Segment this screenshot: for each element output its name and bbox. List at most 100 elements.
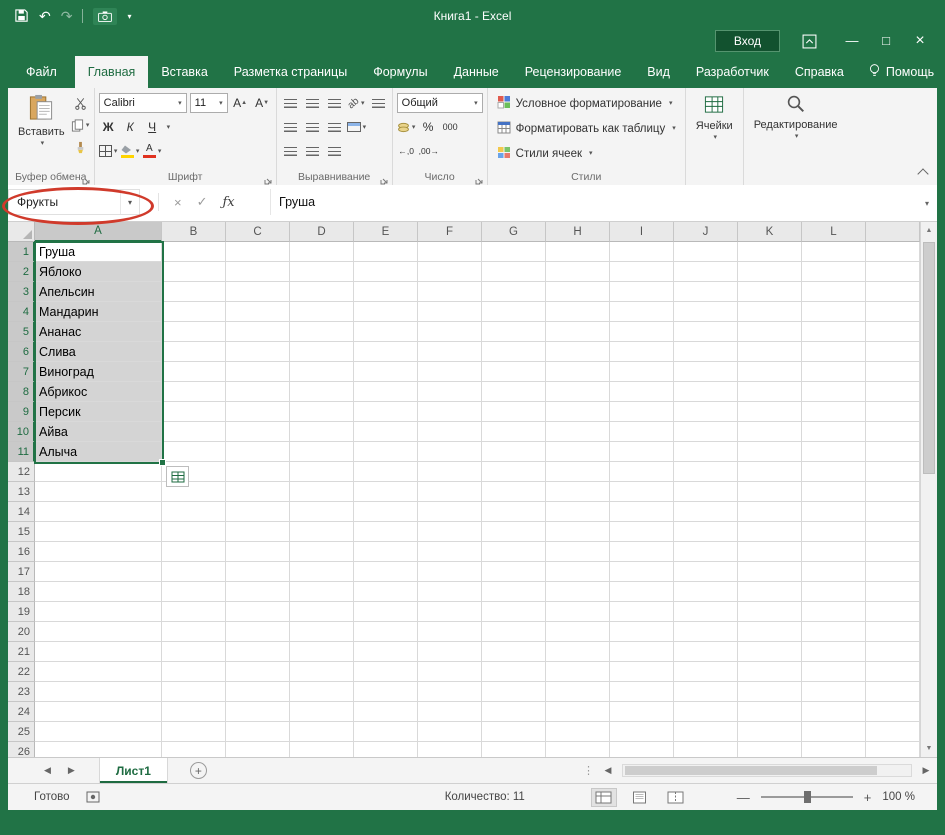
cell-J8[interactable]	[674, 382, 738, 402]
cell-K21[interactable]	[738, 642, 802, 662]
cell-G19[interactable]	[482, 602, 546, 622]
cell-D20[interactable]	[290, 622, 354, 642]
cell-C9[interactable]	[226, 402, 290, 422]
cell-C5[interactable]	[226, 322, 290, 342]
tab-вид[interactable]: Вид	[634, 56, 683, 88]
align-left-button[interactable]	[281, 117, 300, 137]
row-header-8[interactable]: 8	[8, 382, 35, 402]
cell-F8[interactable]	[418, 382, 482, 402]
increase-indent-button[interactable]	[303, 141, 322, 161]
cell-F4[interactable]	[418, 302, 482, 322]
cell-J19[interactable]	[674, 602, 738, 622]
cell-F17[interactable]	[418, 562, 482, 582]
cell-E23[interactable]	[354, 682, 418, 702]
cell-K9[interactable]	[738, 402, 802, 422]
cell-A3[interactable]: Апельсин	[35, 282, 162, 302]
row-header-7[interactable]: 7	[8, 362, 35, 382]
bold-button[interactable]: Ж	[99, 117, 118, 137]
cell-I25[interactable]	[610, 722, 674, 742]
decrease-decimal-button[interactable]: ,00→	[419, 141, 439, 161]
cell-A2[interactable]: Яблоко	[35, 262, 162, 282]
cell-B17[interactable]	[162, 562, 226, 582]
cell-J26[interactable]	[674, 742, 738, 757]
cell-D25[interactable]	[290, 722, 354, 742]
cell-I2[interactable]	[610, 262, 674, 282]
fill-handle[interactable]	[159, 459, 166, 466]
cell-C24[interactable]	[226, 702, 290, 722]
cell-G17[interactable]	[482, 562, 546, 582]
cell-B9[interactable]	[162, 402, 226, 422]
angle-button[interactable]	[325, 141, 344, 161]
vertical-scrollbar[interactable]: ▲ ▼	[920, 222, 937, 757]
editing-button[interactable]: Редактирование ▾	[748, 91, 844, 169]
select-all-corner[interactable]	[8, 222, 35, 242]
cell-D17[interactable]	[290, 562, 354, 582]
cell-D16[interactable]	[290, 542, 354, 562]
cell-C26[interactable]	[226, 742, 290, 757]
cell-F5[interactable]	[418, 322, 482, 342]
cell-H4[interactable]	[546, 302, 610, 322]
cell-A13[interactable]	[35, 482, 162, 502]
cell-B24[interactable]	[162, 702, 226, 722]
cell-L23[interactable]	[802, 682, 866, 702]
cell-K5[interactable]	[738, 322, 802, 342]
cell-J22[interactable]	[674, 662, 738, 682]
zoom-out-icon[interactable]: —	[737, 790, 750, 805]
cell-C2[interactable]	[226, 262, 290, 282]
orientation-button[interactable]: ab▾	[347, 93, 366, 113]
cell-C7[interactable]	[226, 362, 290, 382]
row-header-13[interactable]: 13	[8, 482, 35, 502]
cell-C17[interactable]	[226, 562, 290, 582]
cell-J3[interactable]	[674, 282, 738, 302]
cell-G11[interactable]	[482, 442, 546, 462]
cell-J17[interactable]	[674, 562, 738, 582]
tab-данные[interactable]: Данные	[441, 56, 512, 88]
cell-H21[interactable]	[546, 642, 610, 662]
cell-I20[interactable]	[610, 622, 674, 642]
cell-F9[interactable]	[418, 402, 482, 422]
cell-K1[interactable]	[738, 242, 802, 262]
quick-analysis-button[interactable]	[166, 466, 189, 487]
font-size-combo[interactable]: 11▾	[190, 93, 228, 113]
cell-F23[interactable]	[418, 682, 482, 702]
cell-H18[interactable]	[546, 582, 610, 602]
cell-A11[interactable]: Алыча	[35, 442, 162, 462]
cell-A25[interactable]	[35, 722, 162, 742]
row-header-19[interactable]: 19	[8, 602, 35, 622]
cell-E5[interactable]	[354, 322, 418, 342]
cell-A15[interactable]	[35, 522, 162, 542]
font-color-button[interactable]: А▾	[143, 141, 162, 161]
row-header-4[interactable]: 4	[8, 302, 35, 322]
macro-record-icon[interactable]	[86, 791, 100, 803]
tab-формулы[interactable]: Формулы	[360, 56, 440, 88]
cell-F22[interactable]	[418, 662, 482, 682]
cell-B21[interactable]	[162, 642, 226, 662]
cell-H23[interactable]	[546, 682, 610, 702]
cell-K10[interactable]	[738, 422, 802, 442]
cell-I16[interactable]	[610, 542, 674, 562]
cell-A20[interactable]	[35, 622, 162, 642]
cell-E2[interactable]	[354, 262, 418, 282]
page-layout-view-button[interactable]	[627, 788, 653, 807]
cell-D1[interactable]	[290, 242, 354, 262]
cell-B16[interactable]	[162, 542, 226, 562]
cell-D21[interactable]	[290, 642, 354, 662]
cell-I14[interactable]	[610, 502, 674, 522]
cell-J12[interactable]	[674, 462, 738, 482]
cell-F1[interactable]	[418, 242, 482, 262]
cell-I24[interactable]	[610, 702, 674, 722]
cell-J9[interactable]	[674, 402, 738, 422]
cell-H24[interactable]	[546, 702, 610, 722]
cell-D19[interactable]	[290, 602, 354, 622]
cell-I11[interactable]	[610, 442, 674, 462]
cell-F6[interactable]	[418, 342, 482, 362]
cell-E21[interactable]	[354, 642, 418, 662]
cell-L14[interactable]	[802, 502, 866, 522]
cell-G20[interactable]	[482, 622, 546, 642]
cell-G14[interactable]	[482, 502, 546, 522]
name-box-caret-icon[interactable]: ▾	[120, 190, 139, 214]
tab-главная[interactable]: Главная	[75, 56, 149, 88]
column-header-J[interactable]: J	[674, 222, 738, 242]
cancel-entry-icon[interactable]: ×	[174, 195, 182, 210]
cell-E22[interactable]	[354, 662, 418, 682]
